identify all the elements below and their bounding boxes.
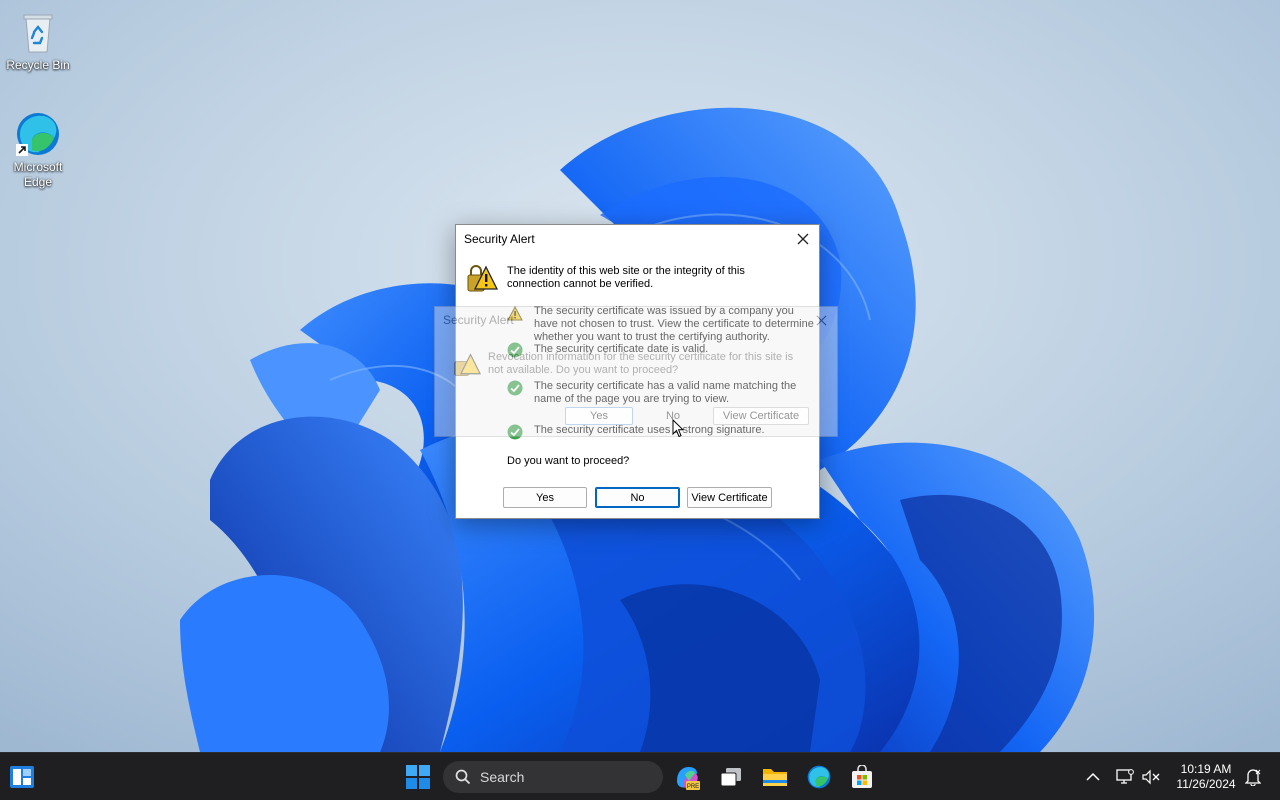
copilot-icon: PRE — [677, 767, 700, 790]
dialog-headline: The identity of this web site or the int… — [507, 265, 745, 290]
view-certificate-button[interactable]: View Certificate — [687, 487, 772, 508]
security-lock-warning-icon — [454, 353, 481, 376]
svg-text:PRE: PRE — [687, 784, 699, 790]
search-placeholder: Search — [480, 769, 525, 785]
copilot-button[interactable]: PRE — [671, 761, 703, 793]
dialog-title: Security Alert — [464, 232, 535, 246]
task-view-button[interactable] — [715, 761, 747, 793]
widgets-button[interactable] — [6, 761, 38, 793]
notification-icon — [1245, 769, 1261, 786]
mouse-pointer-icon — [672, 419, 684, 438]
desktop-icon-microsoft-edge[interactable]: Microsoft Edge — [0, 110, 76, 190]
edge-icon — [807, 765, 831, 789]
volume-button[interactable] — [1136, 761, 1166, 793]
taskbar-search-box[interactable]: Search — [443, 761, 663, 793]
edge-taskbar-button[interactable] — [803, 761, 835, 793]
dialog-titlebar: Security Alert — [435, 307, 837, 333]
start-button[interactable] — [402, 761, 434, 793]
chevron-up-icon — [1086, 772, 1100, 781]
security-alert-dialog-fading: Security Alert Revocation information fo… — [434, 306, 838, 437]
view-certificate-button[interactable]: View Certificate — [713, 407, 809, 425]
security-lock-warning-icon — [467, 265, 498, 292]
dialog-title: Security Alert — [443, 313, 514, 327]
show-hidden-icons-button[interactable] — [1078, 761, 1108, 793]
close-button[interactable] — [811, 310, 831, 330]
desktop-icon-label: Microsoft Edge — [13, 160, 63, 189]
dialog-titlebar[interactable]: Security Alert — [456, 225, 819, 253]
clock-time: 10:19 AM — [1180, 762, 1232, 776]
file-explorer-button[interactable] — [759, 761, 791, 793]
network-icon — [1116, 769, 1134, 784]
store-button[interactable] — [846, 761, 878, 793]
close-button[interactable] — [793, 229, 813, 249]
close-icon — [816, 315, 826, 325]
clock-date: 11/26/2024 — [1176, 777, 1236, 791]
ghost-dialog-message: Revocation information for the security … — [488, 351, 794, 376]
close-icon — [797, 233, 809, 245]
desktop-icon-recycle-bin[interactable]: Recycle Bin — [0, 8, 76, 73]
yes-button[interactable]: Yes — [565, 407, 633, 425]
widgets-icon — [10, 766, 34, 788]
taskbar-clock[interactable]: 10:19 AM 11/26/2024 — [1170, 762, 1242, 792]
file-explorer-icon — [763, 769, 787, 786]
no-button[interactable]: No — [595, 487, 680, 508]
search-icon — [455, 769, 471, 785]
start-icon — [406, 765, 430, 789]
volume-muted-icon — [1142, 769, 1160, 785]
taskbar: Search PRE 10:19 AM 11/26/2024 — [0, 752, 1280, 800]
desktop-icon-label: Recycle Bin — [6, 58, 70, 72]
store-icon — [852, 765, 872, 788]
recycle-bin-icon — [23, 14, 53, 53]
proceed-question: Do you want to proceed? — [507, 455, 630, 467]
yes-button[interactable]: Yes — [503, 487, 587, 508]
task-view-icon — [720, 768, 741, 787]
edge-icon — [16, 113, 59, 156]
notification-center-button[interactable] — [1240, 761, 1266, 793]
